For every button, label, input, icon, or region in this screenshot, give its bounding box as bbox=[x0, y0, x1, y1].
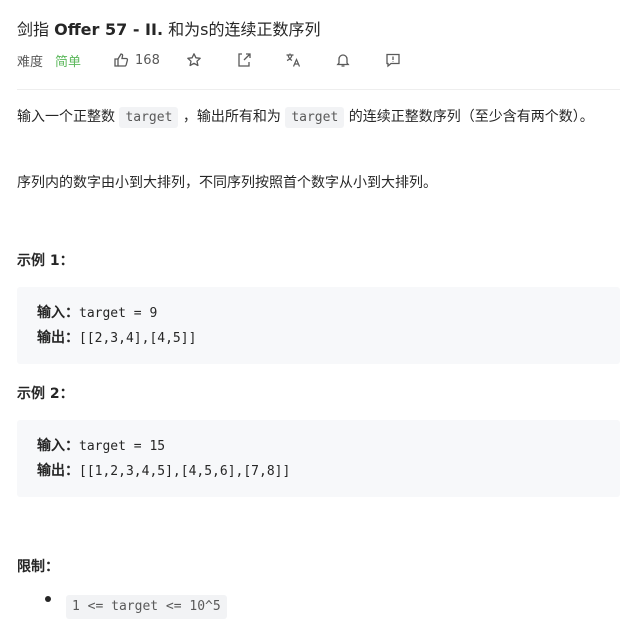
page-title: 剑指 Offer 57 - II. 和为s的连续正数序列 bbox=[17, 16, 320, 40]
inline-code-target-1: target bbox=[119, 107, 179, 128]
difficulty-badge: 简单 bbox=[55, 54, 82, 70]
favorite-button[interactable] bbox=[186, 52, 202, 68]
share-icon bbox=[238, 53, 251, 67]
example-1-output-value: [[2,3,4],[4,5]] bbox=[79, 331, 197, 346]
title-prefix: 剑指 bbox=[17, 20, 50, 39]
desc-text-2: ，输出所有和为 bbox=[182, 109, 281, 125]
like-button[interactable]: 168 bbox=[113, 52, 160, 68]
title-suffix: 和为s的连续正数序列 bbox=[168, 20, 321, 39]
problem-meta-bar: 难度 简单 168 bbox=[17, 50, 401, 70]
share-button[interactable] bbox=[236, 52, 252, 68]
difficulty-label: 难度 bbox=[17, 54, 44, 70]
example-1-title: 示例 1： bbox=[17, 253, 74, 269]
feedback-button[interactable] bbox=[385, 52, 401, 68]
bell-icon bbox=[336, 54, 350, 67]
example-1-input-value: target = 9 bbox=[79, 306, 158, 321]
constraint-item: 1 <= target <= 10^5 bbox=[66, 595, 227, 619]
star-icon bbox=[187, 53, 201, 67]
description-paragraph-2: 序列内的数字由小到大排列，不同序列按照首个数字从小到大排列。 bbox=[17, 175, 437, 191]
example-2-input-label: 输入： bbox=[37, 438, 79, 454]
example-1-block: 输入：target = 9 输出：[[2,3,4],[4,5]] bbox=[17, 287, 620, 364]
example-2-input-value: target = 15 bbox=[79, 439, 166, 454]
problem-page: 剑指 Offer 57 - II. 和为s的连续正数序列 难度 简单 168 输… bbox=[0, 0, 637, 625]
notify-button[interactable] bbox=[335, 52, 351, 68]
description-paragraph-1: 输入一个正整数 target ，输出所有和为 target 的连续正整数序列（至… bbox=[17, 106, 620, 129]
example-1-output-label: 输出： bbox=[37, 330, 79, 346]
title-bold: Offer 57 - II. bbox=[54, 20, 164, 39]
thumbs-up-icon bbox=[114, 53, 129, 67]
feedback-icon bbox=[386, 53, 400, 68]
like-count: 168 bbox=[135, 52, 160, 68]
example-2-block: 输入：target = 15 输出：[[1,2,3,4,5],[4,5,6],[… bbox=[17, 420, 620, 497]
translate-icon bbox=[286, 53, 300, 67]
example-2-output-value: [[1,2,3,4,5],[4,5,6],[7,8]] bbox=[79, 464, 291, 479]
inline-code-target-2: target bbox=[285, 107, 345, 128]
desc-text-1: 输入一个正整数 bbox=[17, 109, 115, 125]
example-2-title: 示例 2： bbox=[17, 386, 74, 402]
header-divider bbox=[17, 89, 620, 90]
example-2-output-label: 输出： bbox=[37, 463, 79, 479]
constraint-bullet bbox=[45, 596, 51, 602]
constraints-title: 限制： bbox=[17, 559, 59, 575]
translate-button[interactable] bbox=[285, 52, 301, 68]
desc-text-3: 的连续正整数序列（至少含有两个数）。 bbox=[348, 109, 594, 125]
example-1-input-label: 输入： bbox=[37, 305, 79, 321]
